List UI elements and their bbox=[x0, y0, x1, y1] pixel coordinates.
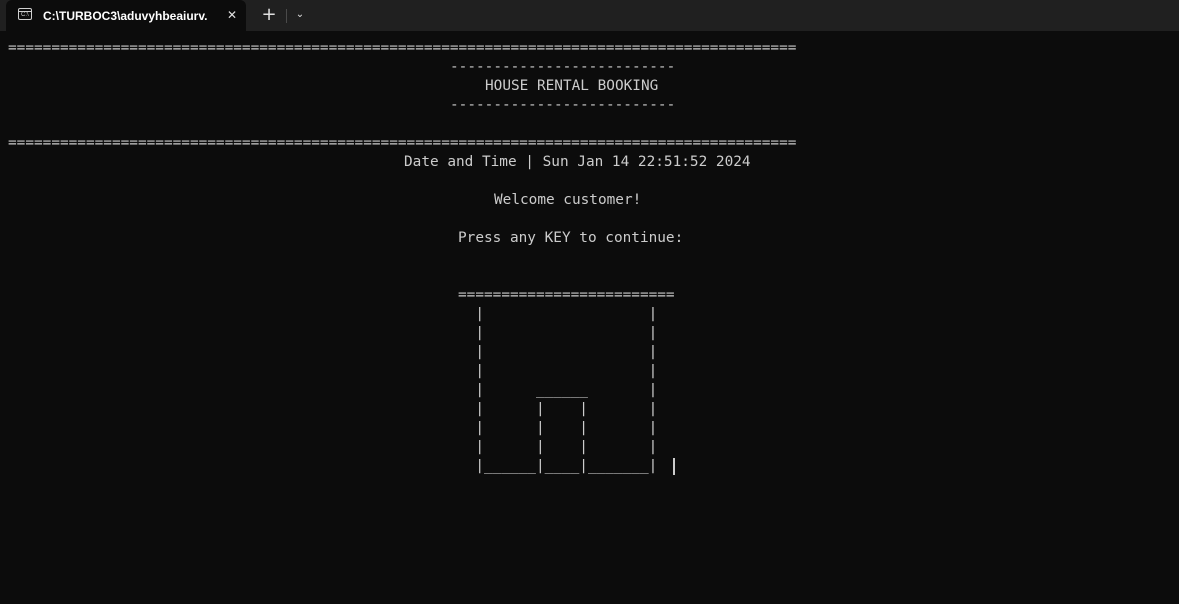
title-rule-top: -------------------------- bbox=[450, 59, 676, 75]
house-art-line: | | bbox=[458, 344, 658, 360]
close-icon[interactable]: ✕ bbox=[224, 7, 240, 23]
house-art-line: | | bbox=[458, 325, 658, 341]
title-rule-bottom: -------------------------- bbox=[450, 97, 676, 113]
house-art-line: | | | | bbox=[458, 439, 658, 455]
house-art-line: | | bbox=[458, 306, 658, 322]
datetime-line: Date and Time | Sun Jan 14 22:51:52 2024 bbox=[404, 154, 751, 170]
house-art-line: | | bbox=[458, 363, 658, 379]
terminal-icon: C:\ bbox=[18, 8, 32, 20]
bottom-rule: ========================================… bbox=[8, 135, 797, 151]
tab-title: C:\TURBOC3\aduvyhbeaiurv.e bbox=[43, 9, 208, 23]
console-output[interactable]: ========================================… bbox=[0, 31, 1179, 604]
house-art-line: | | | | bbox=[458, 401, 658, 417]
house-art-line: | | | | bbox=[458, 420, 658, 436]
house-art-line: ========================= bbox=[458, 287, 675, 303]
continue-prompt: Press any KEY to continue: bbox=[458, 230, 684, 246]
page-title: HOUSE RENTAL BOOKING bbox=[485, 78, 659, 94]
welcome-message: Welcome customer! bbox=[494, 192, 642, 208]
top-rule: ========================================… bbox=[8, 40, 797, 56]
text-cursor bbox=[673, 458, 675, 475]
house-art-line: | ______ | bbox=[458, 382, 658, 398]
title-bar: C:\ C:\TURBOC3\aduvyhbeaiurv.e ✕ + ⌄ bbox=[0, 0, 1179, 31]
terminal-tab[interactable]: C:\ C:\TURBOC3\aduvyhbeaiurv.e ✕ bbox=[6, 0, 246, 31]
new-tab-button[interactable]: + bbox=[256, 4, 282, 26]
house-art-line: |______|____|_______| bbox=[458, 458, 658, 474]
chevron-down-icon[interactable]: ⌄ bbox=[287, 4, 313, 26]
